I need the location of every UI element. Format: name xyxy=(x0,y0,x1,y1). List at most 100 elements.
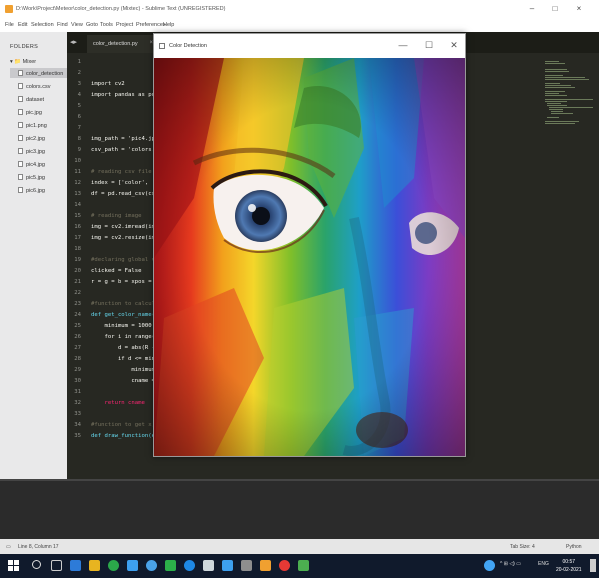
sidebar-item-dataset[interactable]: dataset xyxy=(18,96,44,103)
tray-app-icon[interactable] xyxy=(484,560,495,571)
sidebar-item-color-detection[interactable]: color_detection xyxy=(18,70,63,77)
line-number: 13 xyxy=(74,191,81,197)
minimap[interactable] xyxy=(545,59,595,139)
menu-help[interactable]: Help xyxy=(163,22,174,28)
language-indicator[interactable]: ENG xyxy=(538,561,549,567)
line-number: 17 xyxy=(74,235,81,241)
windows-start-icon[interactable] xyxy=(8,560,19,571)
line-number: 33 xyxy=(74,411,81,417)
panel-toggle-icon[interactable]: ▭ xyxy=(6,544,11,550)
cv-close-icon[interactable]: ✕ xyxy=(447,40,461,51)
line-number: 5 xyxy=(77,103,81,109)
menu-file[interactable]: File xyxy=(5,22,14,28)
image-file-icon xyxy=(18,109,23,115)
image-file-icon xyxy=(18,174,23,180)
status-bar: ▭ Line 8, Column 17 Tab Size: 4 Python xyxy=(0,539,599,554)
menu-view[interactable]: View xyxy=(71,22,83,28)
console-panel[interactable] xyxy=(0,479,599,539)
app-taskbar-icon[interactable] xyxy=(203,560,214,571)
menu-edit[interactable]: Edit xyxy=(18,22,27,28)
taskbar-clock[interactable]: 00:57 20-02-2021 xyxy=(556,558,582,574)
menu-preferences[interactable]: Preferences xyxy=(136,22,166,28)
painted-face-image[interactable] xyxy=(154,58,465,456)
line-number: 9 xyxy=(77,147,81,153)
sidebar-item-pic[interactable]: pic.jpg xyxy=(18,109,42,116)
sidebar-item-pic5[interactable]: pic5.jpg xyxy=(18,174,45,181)
line-number: 18 xyxy=(74,246,81,252)
sidebar-item-pic3[interactable]: pic3.jpg xyxy=(18,148,45,155)
app-taskbar-icon[interactable] xyxy=(127,560,138,571)
tab-nav-arrows-icon[interactable]: ◂▸ xyxy=(70,38,77,46)
cv-window-icon xyxy=(159,43,165,49)
menu-tools[interactable]: Tools xyxy=(100,22,113,28)
line-number-gutter: 1 2 3 4 5 6 7 8 9 10 11 12 13 14 15 16 1… xyxy=(67,53,87,479)
image-file-icon xyxy=(18,122,23,128)
cv-minimize-icon[interactable]: — xyxy=(396,40,410,50)
sidebar-folder[interactable]: ▾ 📁 Mixer xyxy=(10,59,36,65)
line-number: 3 xyxy=(77,81,81,87)
line-number: 8 xyxy=(77,136,81,142)
app-taskbar-icon[interactable] xyxy=(241,560,252,571)
notification-icon[interactable] xyxy=(590,559,596,572)
menu-goto[interactable]: Goto xyxy=(86,22,98,28)
code-line: img_path = 'pic4.jpg' xyxy=(91,136,162,142)
code-line: clicked = False xyxy=(91,268,142,274)
file-icon xyxy=(18,96,23,102)
line-number: 27 xyxy=(74,345,81,351)
line-number: 7 xyxy=(77,125,81,131)
chrome-icon[interactable] xyxy=(108,560,119,571)
color-detection-window[interactable]: Color Detection — ☐ ✕ xyxy=(153,33,466,457)
cursor-position: Line 8, Column 17 xyxy=(18,544,59,550)
window-title: D:\Work\Project\Meteor\color_detection.p… xyxy=(16,6,226,12)
menu-selection[interactable]: Selection xyxy=(31,22,54,28)
sidebar-header: FOLDERS xyxy=(10,44,39,50)
search-icon[interactable] xyxy=(32,560,41,569)
line-number: 2 xyxy=(77,70,81,76)
image-file-icon xyxy=(18,148,23,154)
line-number: 32 xyxy=(74,400,81,406)
app-taskbar-icon[interactable] xyxy=(222,560,233,571)
sublime-taskbar-icon[interactable] xyxy=(260,560,271,571)
cv-window-title: Color Detection xyxy=(169,43,207,49)
sidebar-item-pic1[interactable]: pic1.png xyxy=(18,122,47,129)
line-number: 34 xyxy=(74,422,81,428)
sidebar-folder-label: Mixer xyxy=(22,59,37,65)
app-taskbar-icon[interactable] xyxy=(165,560,176,571)
code-line: minimum = 1000 xyxy=(91,323,152,329)
tab-color-detection[interactable]: color_detection.py × xyxy=(87,35,159,53)
line-number: 10 xyxy=(74,158,81,164)
line-number: 23 xyxy=(74,301,81,307)
minimize-icon[interactable]: – xyxy=(525,4,539,13)
close-icon[interactable]: × xyxy=(572,4,586,13)
sublime-app-icon xyxy=(5,5,13,13)
menu-project[interactable]: Project xyxy=(116,22,133,28)
cv-maximize-icon[interactable]: ☐ xyxy=(422,40,436,51)
sidebar: FOLDERS ▾ 📁 Mixer color_detection colors… xyxy=(0,32,67,479)
menu-bar: File Edit Selection Find View Goto Tools… xyxy=(0,18,599,32)
task-view-icon[interactable] xyxy=(51,560,62,571)
tab-label: color_detection.py xyxy=(93,41,138,47)
edge-icon[interactable] xyxy=(184,560,195,571)
menu-find[interactable]: Find xyxy=(57,22,68,28)
app-taskbar-icon[interactable] xyxy=(279,560,290,571)
line-number: 12 xyxy=(74,180,81,186)
app-taskbar-icon[interactable] xyxy=(146,560,157,571)
sidebar-item-pic2[interactable]: pic2.jpg xyxy=(18,135,45,142)
tab-size[interactable]: Tab Size: 4 xyxy=(510,544,535,550)
line-number: 14 xyxy=(74,202,81,208)
code-comment: # reading csv file xyxy=(91,169,152,175)
python-taskbar-icon[interactable] xyxy=(298,560,309,571)
sidebar-item-pic4[interactable]: pic4.jpg xyxy=(18,161,45,168)
maximize-icon[interactable]: □ xyxy=(548,4,562,13)
app-taskbar-icon[interactable] xyxy=(70,560,81,571)
tray-icons[interactable]: ^ ⊞ ◁) ▭ xyxy=(500,561,521,567)
sidebar-item-colors-csv[interactable]: colors.csv xyxy=(18,83,50,90)
code-line: import cv2 xyxy=(91,81,125,87)
syntax-mode[interactable]: Python xyxy=(566,544,582,550)
sidebar-item-pic6[interactable]: pic6.jpg xyxy=(18,187,45,194)
line-number: 25 xyxy=(74,323,81,329)
line-number: 31 xyxy=(74,389,81,395)
line-number: 4 xyxy=(77,92,81,98)
line-number: 15 xyxy=(74,213,81,219)
file-explorer-icon[interactable] xyxy=(89,560,100,571)
